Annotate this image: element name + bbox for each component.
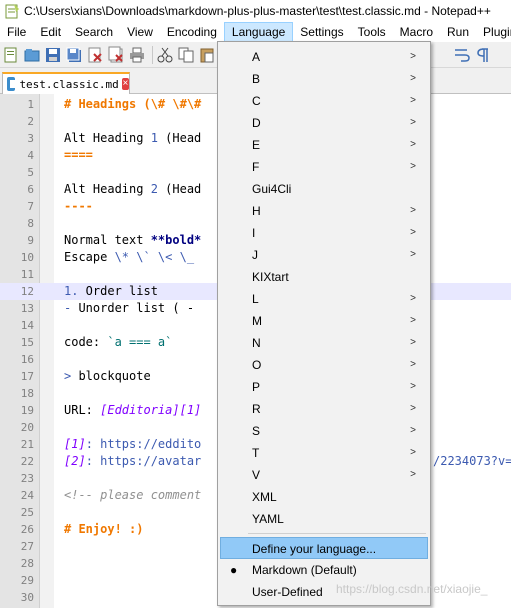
new-file-icon[interactable] xyxy=(2,46,20,64)
submenu-arrow-icon: > xyxy=(410,447,416,458)
submenu-arrow-icon: > xyxy=(410,337,416,348)
watermark: https://blog.csdn.net/xiaojie_ xyxy=(336,582,488,596)
submenu-arrow-icon: > xyxy=(410,139,416,150)
menu-run[interactable]: Run xyxy=(440,22,476,42)
toolbar-separator xyxy=(152,45,153,64)
language-menu-item-e[interactable]: E > xyxy=(220,134,428,156)
markdown-default-item[interactable]: ● Markdown (Default) xyxy=(220,559,428,581)
language-menu-item-b[interactable]: B > xyxy=(220,68,428,90)
show-all-chars-icon[interactable] xyxy=(474,46,492,64)
tab-close-icon[interactable]: × xyxy=(121,78,129,90)
language-menu-item-d[interactable]: D > xyxy=(220,112,428,134)
submenu-arrow-icon: > xyxy=(410,469,416,480)
submenu-arrow-icon: > xyxy=(410,249,416,260)
language-menu-item-o[interactable]: O > xyxy=(220,354,428,376)
language-menu-item-r[interactable]: R > xyxy=(220,398,428,420)
submenu-arrow-icon: > xyxy=(410,95,416,106)
menu-tools[interactable]: Tools xyxy=(351,22,393,42)
language-menu-item-l[interactable]: L > xyxy=(220,288,428,310)
language-menu-item-p[interactable]: P > xyxy=(220,376,428,398)
menu-bar: File Edit Search View Encoding Language … xyxy=(0,22,511,42)
open-file-icon[interactable] xyxy=(23,46,41,64)
language-menu-item-i[interactable]: I > xyxy=(220,222,428,244)
language-menu-item-t[interactable]: T > xyxy=(220,442,428,464)
menu-language[interactable]: Language xyxy=(223,22,294,42)
menu-macro[interactable]: Macro xyxy=(393,22,440,42)
language-menu-item-j[interactable]: J > xyxy=(220,244,428,266)
submenu-arrow-icon: > xyxy=(410,227,416,238)
paste-icon[interactable] xyxy=(198,46,216,64)
language-menu-item-kixtart[interactable]: KIXtart xyxy=(220,266,428,288)
close-all-icon[interactable] xyxy=(107,46,125,64)
notepad-app-icon xyxy=(4,3,20,19)
menu-settings[interactable]: Settings xyxy=(293,22,350,42)
submenu-arrow-icon: > xyxy=(410,403,416,414)
menu-search[interactable]: Search xyxy=(68,22,120,42)
submenu-arrow-icon: > xyxy=(410,51,416,62)
submenu-arrow-icon: > xyxy=(410,161,416,172)
save-all-icon[interactable] xyxy=(65,46,83,64)
menu-view[interactable]: View xyxy=(120,22,160,42)
submenu-arrow-icon: > xyxy=(410,359,416,370)
cut-icon[interactable] xyxy=(156,46,174,64)
submenu-arrow-icon: > xyxy=(410,293,416,304)
submenu-arrow-icon: > xyxy=(410,117,416,128)
language-menu-item-m[interactable]: M > xyxy=(220,310,428,332)
tab-label: test.classic.md xyxy=(19,77,119,91)
menu-encoding[interactable]: Encoding xyxy=(160,22,224,42)
submenu-arrow-icon: > xyxy=(410,315,416,326)
language-menu-item-gui4cli[interactable]: Gui4Cli xyxy=(220,178,428,200)
copy-icon[interactable] xyxy=(177,46,195,64)
language-menu-item-h[interactable]: H > xyxy=(220,200,428,222)
submenu-arrow-icon: > xyxy=(410,381,416,392)
language-menu-item-a[interactable]: A > xyxy=(220,46,428,68)
close-icon[interactable] xyxy=(86,46,104,64)
selected-bullet-icon: ● xyxy=(230,563,238,577)
menu-edit[interactable]: Edit xyxy=(33,22,68,42)
wrap-icon[interactable] xyxy=(453,46,471,64)
language-menu-item-yaml[interactable]: YAML xyxy=(220,508,428,530)
save-icon[interactable] xyxy=(44,46,62,64)
title-bar: C:\Users\xians\Downloads\markdown-plus-p… xyxy=(0,0,511,22)
submenu-arrow-icon: > xyxy=(410,73,416,84)
tab-test-classic-md[interactable]: test.classic.md × xyxy=(2,72,130,94)
menu-file[interactable]: File xyxy=(0,22,33,42)
submenu-arrow-icon: > xyxy=(410,425,416,436)
language-menu-item-c[interactable]: C > xyxy=(220,90,428,112)
file-tab-icon xyxy=(7,77,19,91)
language-menu-item-xml[interactable]: XML xyxy=(220,486,428,508)
language-menu-item-n[interactable]: N > xyxy=(220,332,428,354)
print-icon[interactable] xyxy=(128,46,146,64)
language-dropdown-menu: A > B > C > D > E > F > Gui4Cli H > I > J > KIXta… xyxy=(217,41,431,606)
menu-separator xyxy=(248,533,426,534)
define-your-language-item[interactable]: Define your language... xyxy=(220,537,428,559)
language-menu-item-f[interactable]: F > xyxy=(220,156,428,178)
language-menu-item-v[interactable]: V > xyxy=(220,464,428,486)
window-title: C:\Users\xians\Downloads\markdown-plus-p… xyxy=(24,4,491,18)
menu-plugins[interactable]: Plugins xyxy=(476,22,511,42)
submenu-arrow-icon: > xyxy=(410,205,416,216)
language-menu-item-s[interactable]: S > xyxy=(220,420,428,442)
